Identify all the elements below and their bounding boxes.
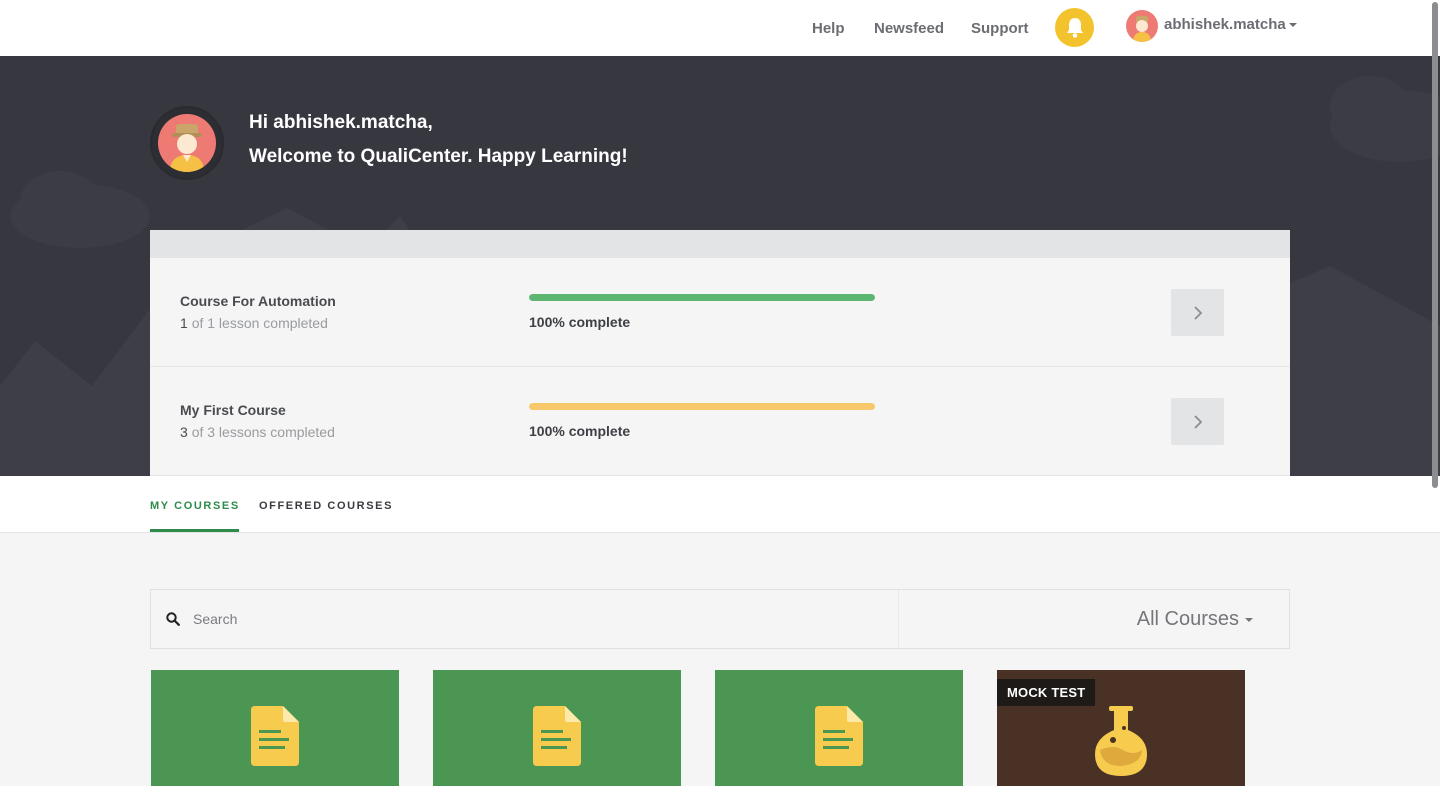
course-lessons-completed: 3 of 3 lessons completed [180,424,335,440]
search-input[interactable] [193,611,793,627]
chevron-right-icon [1193,414,1202,429]
document-icon [533,706,581,766]
chevron-down-icon [1288,22,1297,27]
progress-bar [529,403,875,410]
document-icon [815,706,863,766]
flask-icon [1095,706,1147,776]
nav-link-newsfeed[interactable]: Newsfeed [874,20,944,37]
progress-bar-fill [529,294,875,301]
progress-bar-fill [529,403,875,410]
course-progress-panel: Course For Automation 1 of 1 lesson comp… [150,230,1290,476]
nav-link-support[interactable]: Support [971,20,1029,37]
course-card[interactable] [433,670,681,786]
progress-label: 100% complete [529,314,631,330]
progress-label: 100% complete [529,423,631,439]
username-label: abhishek.matcha [1164,15,1286,33]
document-icon [251,706,299,766]
active-tab-indicator [150,529,239,532]
welcome-text: Welcome to QualiCenter. Happy Learning! [249,146,628,167]
course-row: My First Course 3 of 3 lessons completed… [150,367,1290,476]
scrollbar-thumb[interactable] [1432,2,1438,488]
search-icon [166,612,180,626]
course-title: Course For Automation [180,293,336,309]
tab-my-courses[interactable]: MY COURSES [150,500,240,512]
course-search-bar: All Courses [150,589,1290,649]
course-lessons-completed: 1 of 1 lesson completed [180,315,328,331]
course-card[interactable] [715,670,963,786]
chevron-down-icon [1245,617,1253,622]
progress-bar [529,294,875,301]
course-filter-dropdown[interactable]: All Courses [1137,608,1253,631]
user-menu[interactable]: abhishek.matcha [1126,10,1297,42]
top-navbar: Help Newsfeed Support abhishek.matcha [0,0,1440,56]
tab-offered-courses[interactable]: OFFERED COURSES [259,500,393,512]
bell-icon [1066,17,1083,38]
page-scrollbar[interactable] [1430,0,1440,786]
course-card[interactable] [151,670,399,786]
chevron-right-icon [1193,305,1202,320]
open-course-button[interactable] [1171,289,1224,336]
mock-test-card[interactable]: MOCK TEST [997,670,1245,786]
notifications-button[interactable] [1055,8,1094,47]
mock-test-badge: MOCK TEST [997,679,1096,706]
search-field [151,590,899,648]
course-row: Course For Automation 1 of 1 lesson comp… [150,258,1290,367]
filter-label: All Courses [1136,608,1239,630]
open-course-button[interactable] [1171,398,1224,445]
course-title: My First Course [180,402,286,418]
greeting-text: Hi abhishek.matcha, [249,112,433,133]
panel-header [150,230,1290,258]
user-avatar-large [150,106,224,180]
avatar [1126,10,1158,42]
nav-link-help[interactable]: Help [812,20,845,37]
course-tabs: MY COURSES OFFERED COURSES [0,476,1440,533]
